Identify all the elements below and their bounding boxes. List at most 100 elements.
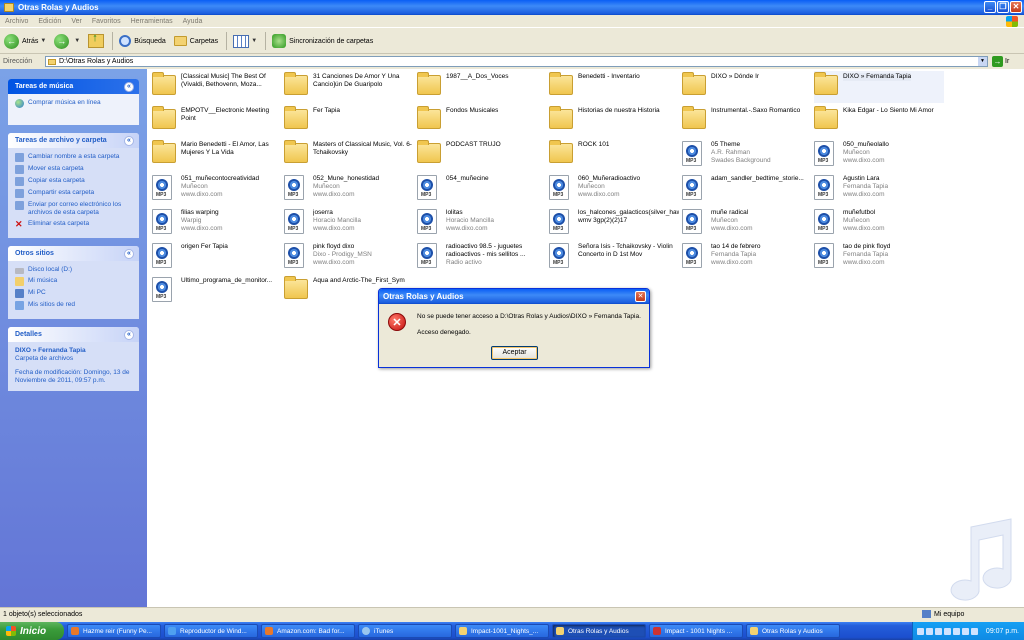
taskbar-item-firefox-funny[interactable]: Hazme reir (Funny Pe...: [67, 624, 161, 638]
collapse-icon[interactable]: «: [124, 329, 134, 340]
taskbar-item-otras-rolas[interactable]: Otras Rolas y Audios: [552, 624, 646, 638]
folder-item[interactable]: Mario Benedetti - El Amor, Las Mujeres Y…: [152, 139, 282, 171]
folder-item[interactable]: Kika Edgar - Lo Siento Mi Amor: [814, 105, 944, 137]
window-title-bar[interactable]: Otras Rolas y Audios _ ❐ ✕: [0, 0, 1024, 15]
chevron-down-icon[interactable]: ▼: [74, 38, 80, 44]
copy-folder-link[interactable]: Copiar esta carpeta: [15, 177, 133, 186]
folder-item[interactable]: DIXO » Fernanda Tapia: [814, 71, 944, 103]
other-places-header[interactable]: Otros sitios «: [8, 246, 139, 261]
tray-icon[interactable]: [926, 627, 933, 635]
my-music-link[interactable]: Mi música: [15, 277, 133, 286]
audio-file-item[interactable]: MP3 054_muñecine: [417, 173, 547, 205]
taskbar-item-amazon[interactable]: Amazon.com: Bad for...: [261, 624, 355, 638]
audio-file-item[interactable]: MP3 Señora Isis - Tchaikovsky - Violin Co…: [549, 241, 679, 273]
audio-file-item[interactable]: MP3 origen Fer Tapia: [152, 241, 282, 273]
folder-item[interactable]: Instrumental.-.Saxo Romantico: [682, 105, 812, 137]
views-button[interactable]: ▼: [233, 34, 257, 48]
tray-icon[interactable]: [935, 627, 942, 635]
audio-file-item[interactable]: MP3 Ultimo_programa_de_monitor...: [152, 275, 282, 307]
taskbar-item-otras-rolas-dialog[interactable]: Otras Rolas y Audios: [746, 624, 840, 638]
audio-file-item[interactable]: MP3 filias warping Warpig www.dixo.com: [152, 207, 282, 239]
audio-file-item[interactable]: MP3 060_Muñeradioactivo Muñecon www.dixo.co…: [549, 173, 679, 205]
details-header[interactable]: Detalles «: [8, 327, 139, 342]
dialog-title-bar[interactable]: Otras Rolas y Audios: [379, 289, 649, 304]
email-files-link[interactable]: Enviar por correo electrónico los archiv…: [15, 201, 133, 217]
file-tasks-header[interactable]: Tareas de archivo y carpeta «: [8, 133, 139, 148]
close-button[interactable]: ✕: [1010, 1, 1022, 13]
audio-file-item[interactable]: MP3 052_Mune_honestidad Muñecon www.dixo.co…: [284, 173, 414, 205]
audio-file-item[interactable]: MP3 muñe radical Muñecon www.dixo.com: [682, 207, 812, 239]
my-computer-link[interactable]: Mi PC: [15, 289, 133, 298]
tray-icon[interactable]: [962, 627, 969, 635]
collapse-icon[interactable]: «: [124, 248, 134, 259]
chevron-down-icon[interactable]: ▼: [40, 38, 46, 44]
local-disk-link[interactable]: Disco local (D:): [15, 266, 133, 274]
folder-item[interactable]: 1987__A_Dos_Voces: [417, 71, 547, 103]
share-folder-link[interactable]: Compartir esta carpeta: [15, 189, 133, 198]
audio-file-item[interactable]: MP3 tao 14 de febrero Fernanda Tapia www.di…: [682, 241, 812, 273]
tray-icon[interactable]: [971, 627, 978, 635]
mp3-file-icon: MP3: [152, 277, 172, 302]
audio-file-item[interactable]: MP3 050_muñeolallo Muñecon www.dixo.com: [814, 139, 944, 171]
music-tasks-header[interactable]: Tareas de música «: [8, 79, 139, 94]
audio-file-item[interactable]: MP3 adam_sandler_bedtime_storie...: [682, 173, 812, 205]
audio-file-item[interactable]: MP3 lolitas Horacio Mancilla www.dixo.com: [417, 207, 547, 239]
audio-file-item[interactable]: MP3 tao de pink floyd Fernanda Tapia www.di…: [814, 241, 944, 273]
folder-item[interactable]: Fer Tapia: [284, 105, 414, 137]
audio-file-item[interactable]: MP3 pink floyd dixo Dixo - Prodigy_MSN www.…: [284, 241, 414, 273]
menu-view[interactable]: Ver: [71, 18, 82, 25]
folder-item[interactable]: Fondos Musicales: [417, 105, 547, 137]
menu-tools[interactable]: Herramientas: [131, 18, 173, 25]
folder-item[interactable]: Masters of Classical Music, Vol. 6- Tcha…: [284, 139, 414, 171]
audio-file-item[interactable]: MP3 muñefutbol Muñecon www.dixo.com: [814, 207, 944, 239]
audio-file-item[interactable]: MP3 radioactivo 98.5 - juguetes radioacti…: [417, 241, 547, 273]
ok-button[interactable]: Aceptar: [491, 346, 538, 360]
rename-folder-link[interactable]: Cambiar nombre a esta carpeta: [15, 153, 133, 162]
menu-favorites[interactable]: Favoritos: [92, 18, 121, 25]
folder-item[interactable]: Historias de nuestra Historia: [549, 105, 679, 137]
buy-music-online-link[interactable]: Comprar música en línea: [15, 99, 133, 108]
taskbar-item-itunes[interactable]: iTunes: [358, 624, 452, 638]
search-button[interactable]: Búsqueda: [119, 35, 166, 47]
folder-item[interactable]: PODCAST TRUJO: [417, 139, 547, 171]
up-button[interactable]: [88, 32, 105, 48]
collapse-icon[interactable]: «: [124, 81, 134, 92]
folders-button[interactable]: Carpetas: [173, 36, 218, 46]
taskbar-item-impact-folder[interactable]: Impact-1001_Nights_...: [455, 624, 549, 638]
folder-item[interactable]: Benedetti - Inventario: [549, 71, 679, 103]
menu-help[interactable]: Ayuda: [183, 18, 203, 25]
sync-button[interactable]: Sincronización de carpetas: [272, 34, 373, 48]
audio-file-item[interactable]: MP3 051_muñecontocreatividad Muñecon www.di…: [152, 173, 282, 205]
tray-icon[interactable]: [944, 627, 951, 635]
forward-button[interactable]: → ▼: [54, 33, 80, 49]
audio-file-item[interactable]: MP3 joserra Horacio Mancilla www.dixo.com: [284, 207, 414, 239]
collapse-icon[interactable]: «: [124, 135, 134, 146]
folder-item[interactable]: EMPOTV__Electronic Meeting Point: [152, 105, 282, 137]
go-button[interactable]: → Ir: [992, 56, 1009, 67]
chevron-down-icon[interactable]: ▼: [978, 57, 987, 66]
clock[interactable]: 09:07 p.m.: [986, 628, 1019, 635]
audio-file-item[interactable]: MP3 Agustin Lara Fernanda Tapia www.dixo.co…: [814, 173, 944, 205]
network-places-link[interactable]: Mis sitios de red: [15, 301, 133, 310]
move-folder-link[interactable]: Mover esta carpeta: [15, 165, 133, 174]
delete-folder-link[interactable]: ✕ Eliminar esta carpeta: [15, 220, 133, 229]
taskbar-item-impact-nights[interactable]: Impact - 1001 Nights ...: [649, 624, 743, 638]
chevron-down-icon[interactable]: ▼: [251, 38, 257, 44]
folder-item[interactable]: ROCK 101: [549, 139, 679, 171]
tray-icon[interactable]: [917, 627, 924, 635]
menu-edit[interactable]: Edición: [38, 18, 61, 25]
minimize-button[interactable]: _: [984, 1, 996, 13]
menu-file[interactable]: Archivo: [5, 18, 28, 25]
start-button[interactable]: Inicio: [0, 622, 64, 640]
audio-file-item[interactable]: MP3 05 Theme A.R. Rahman Swades Background: [682, 139, 812, 171]
folder-item[interactable]: [Classical Music] The Best Of (Vivaldi, …: [152, 71, 282, 103]
tray-icon[interactable]: [953, 627, 960, 635]
audio-file-item[interactable]: MP3 los_halcones_galacticos(silver_hawks)…: [549, 207, 679, 239]
address-input[interactable]: D:\Otras Rolas y Audios ▼: [45, 56, 988, 67]
taskbar-item-media-player[interactable]: Reproductor de Wind...: [164, 624, 258, 638]
restore-button[interactable]: ❐: [997, 1, 1009, 13]
back-button[interactable]: ← Atrás ▼: [4, 33, 46, 49]
folder-item[interactable]: 31 Canciones De Amor Y Una Cancio]ún De …: [284, 71, 414, 103]
folder-item[interactable]: DIXO » Dónde Ir: [682, 71, 812, 103]
dialog-close-button[interactable]: ✕: [635, 291, 646, 302]
